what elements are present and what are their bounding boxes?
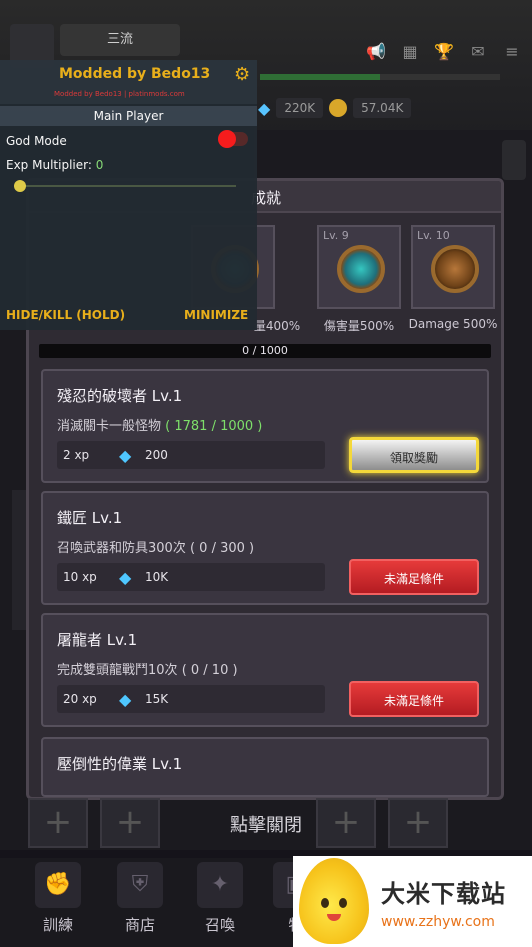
- exp-multiplier-value: 0: [95, 158, 104, 172]
- achievement-progress: ( 1781 / 1000 ): [165, 419, 263, 434]
- reward-box: 10 xp ◆ 10K: [57, 563, 325, 591]
- achievement-card: 壓倒性的偉業 Lv.1: [41, 737, 489, 797]
- slider-thumb[interactable]: [14, 180, 26, 192]
- training-icon: ✊: [35, 862, 81, 908]
- achievement-name: 壓倒性的偉業 Lv.1: [57, 755, 183, 773]
- reward-xp: 10 xp: [63, 570, 97, 584]
- claim-reward-button[interactable]: 領取獎勵: [349, 437, 479, 473]
- achievement-progress: ( 0 / 10 ): [181, 663, 238, 678]
- top-icons: 📢 ▦ 🏆 ✉ ≡: [364, 42, 524, 62]
- gold-count: 57.04K: [353, 98, 412, 118]
- watermark-url: www.zzhyw.com: [381, 914, 495, 930]
- achievement-desc: 完成雙頭龍戰鬥10次 ( 0 / 10 ): [57, 663, 238, 678]
- reward-xp: 20 xp: [63, 692, 97, 706]
- not-met-button[interactable]: 未滿足條件: [349, 681, 479, 717]
- nav-training[interactable]: ✊ 訓練: [28, 862, 88, 935]
- reward-gems: 10K: [145, 570, 169, 584]
- toggle-knob: [218, 130, 236, 148]
- gear-icon[interactable]: ⚙: [234, 64, 250, 85]
- achievement-name: 殘忍的破壞者 Lv.1: [57, 387, 183, 405]
- achievement-progress: ( 0 / 300 ): [189, 541, 255, 556]
- gem-icon: ◆: [119, 445, 132, 465]
- medal-icon: [337, 245, 385, 293]
- minimize-button[interactable]: MINIMIZE: [184, 308, 248, 322]
- mod-menu-subtitle: Modded by Bedo13 | platinmods.com: [54, 90, 185, 98]
- medal-icon: [431, 245, 479, 293]
- shop-icon: ⛨: [117, 862, 163, 908]
- tier-card[interactable]: Lv. 10: [411, 225, 495, 309]
- god-mode-toggle[interactable]: [218, 130, 248, 148]
- watermark: 大米下载站 www.zzhyw.com: [293, 856, 532, 947]
- god-mode-label: God Mode: [6, 134, 67, 148]
- achievement-progress-bar: 0 / 1000: [39, 344, 491, 358]
- tier-level: Lv. 10: [417, 229, 450, 242]
- lock-icon: [502, 140, 526, 180]
- trophy-icon[interactable]: 🏆: [432, 42, 456, 62]
- calendar-icon[interactable]: ▦: [398, 42, 422, 62]
- nav-summon[interactable]: ✦ 召喚: [190, 862, 250, 935]
- reward-box: 20 xp ◆ 15K: [57, 685, 325, 713]
- gem-icon: ◆: [258, 98, 271, 118]
- reward-box: 2 xp ◆ 200: [57, 441, 325, 469]
- hp-bar: [260, 74, 500, 80]
- title-tab[interactable]: 三流: [60, 24, 180, 56]
- exp-multiplier-slider[interactable]: [14, 180, 236, 192]
- exp-multiplier-label: Exp Multiplier: 0: [6, 158, 104, 172]
- gold-coin-icon: [329, 99, 348, 117]
- nav-shop[interactable]: ⛨ 商店: [110, 862, 170, 935]
- tier-level: Lv. 9: [323, 229, 349, 242]
- mascot-logo: [299, 858, 369, 944]
- summon-icon: ✦: [197, 862, 243, 908]
- tap-to-close[interactable]: 點擊關閉: [196, 812, 336, 840]
- tier-caption: Damage 500%: [408, 317, 498, 331]
- achievement-desc: 消滅關卡一般怪物 ( 1781 / 1000 ): [57, 419, 263, 434]
- achievement-desc: 召喚武器和防具300次 ( 0 / 300 ): [57, 541, 255, 556]
- mod-menu-title: Modded by Bedo13: [59, 66, 211, 82]
- reward-xp: 2 xp: [63, 448, 90, 462]
- not-met-button[interactable]: 未滿足條件: [349, 559, 479, 595]
- achievement-name: 屠龍者 Lv.1: [57, 631, 138, 649]
- mail-icon[interactable]: ✉: [466, 42, 490, 62]
- achievement-card: 鐵匠 Lv.1 召喚武器和防具300次 ( 0 / 300 ) 10 xp ◆ …: [41, 491, 489, 605]
- tier-caption: 傷害量500%: [323, 319, 395, 333]
- currency-row: ◆ 220K 57.04K: [258, 94, 532, 122]
- mod-menu: Modded by Bedo13 Modded by Bedo13 | plat…: [0, 60, 257, 330]
- tier-card[interactable]: Lv. 9: [317, 225, 401, 309]
- achievement-name: 鐵匠 Lv.1: [57, 509, 123, 527]
- hide-kill-button[interactable]: HIDE/KILL (HOLD): [6, 308, 125, 322]
- gem-icon: ◆: [119, 567, 132, 587]
- achievement-card: 屠龍者 Lv.1 完成雙頭龍戰鬥10次 ( 0 / 10 ) 20 xp ◆ 1…: [41, 613, 489, 727]
- section-main-player[interactable]: Main Player: [0, 106, 257, 126]
- achievement-card: 殘忍的破壞者 Lv.1 消滅關卡一般怪物 ( 1781 / 1000 ) 2 x…: [41, 369, 489, 483]
- menu-icon[interactable]: ≡: [500, 42, 524, 62]
- megaphone-icon[interactable]: 📢: [364, 42, 388, 62]
- reward-gems: 200: [145, 448, 168, 462]
- watermark-name: 大米下载站: [381, 880, 506, 908]
- slot-plus-icon[interactable]: +: [28, 798, 88, 848]
- gem-icon: ◆: [119, 689, 132, 709]
- gem-count: 220K: [276, 98, 324, 118]
- reward-gems: 15K: [145, 692, 169, 706]
- slot-plus-icon[interactable]: +: [100, 798, 160, 848]
- slot-plus-icon[interactable]: +: [388, 798, 448, 848]
